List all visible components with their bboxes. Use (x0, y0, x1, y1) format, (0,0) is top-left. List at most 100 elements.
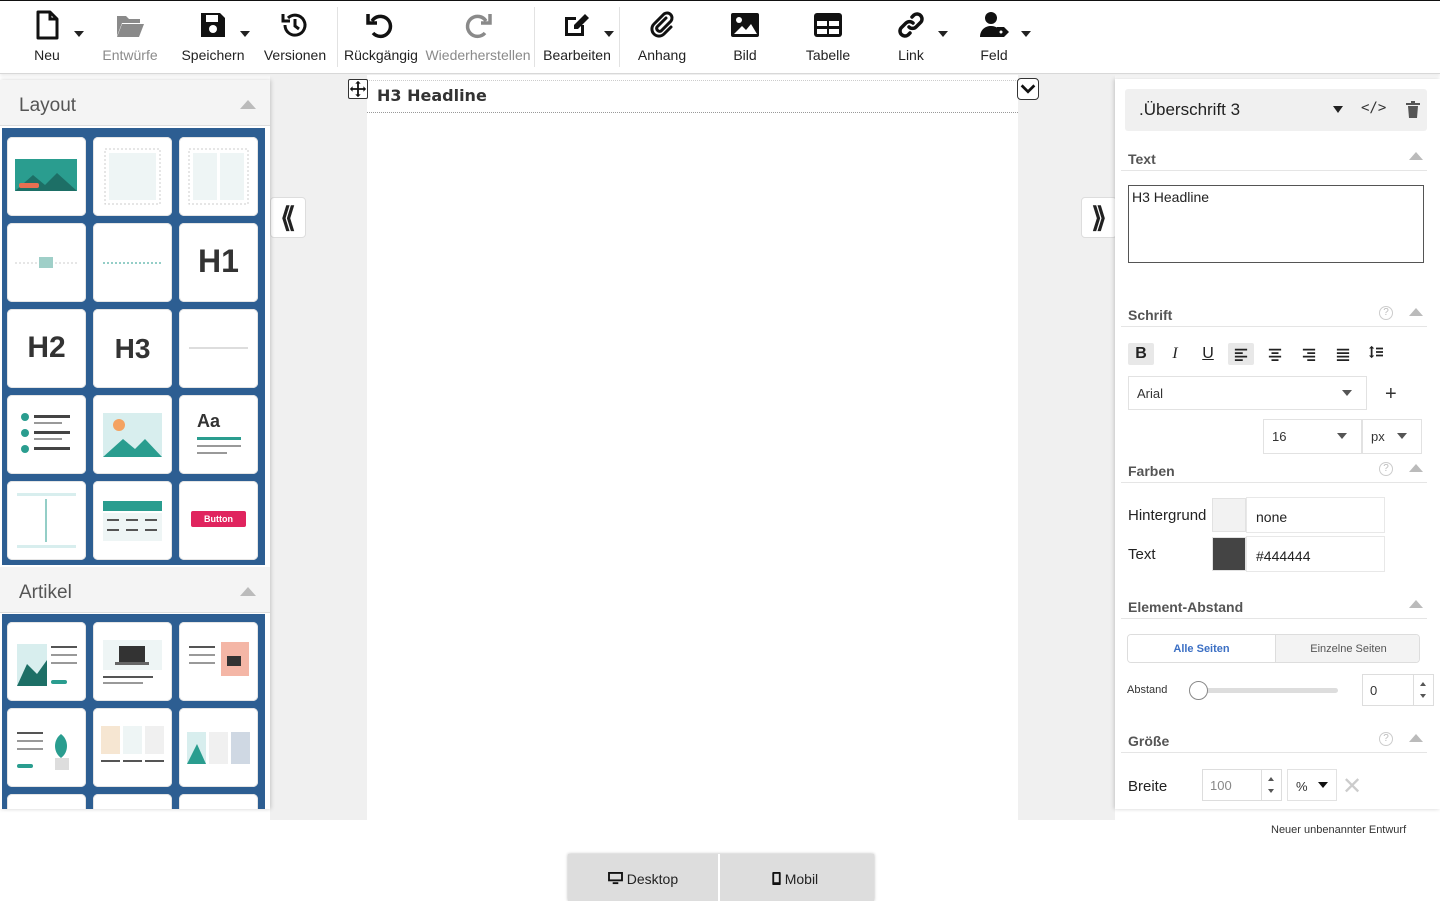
article-plant[interactable] (7, 708, 86, 787)
redo-button[interactable]: Wiederherstellen (424, 1, 532, 75)
new-button[interactable]: Neu (22, 1, 72, 75)
bold-button[interactable]: B (1128, 343, 1154, 365)
article-more-3[interactable] (179, 794, 258, 809)
block-h2[interactable]: H2 (7, 309, 86, 388)
h3-headline-text[interactable]: H3 Headline (377, 86, 487, 105)
article-gallery[interactable] (179, 708, 258, 787)
spacing-section-header[interactable]: Element-Abstand (1121, 593, 1427, 619)
width-unit-select[interactable]: % (1287, 769, 1337, 801)
text-color-swatch[interactable] (1212, 537, 1246, 571)
help-icon[interactable]: ? (1379, 462, 1393, 476)
collapse-up-icon[interactable] (1409, 308, 1423, 316)
heading-text-input[interactable]: H3 Headline (1128, 185, 1424, 263)
mobile-view-button[interactable]: Mobil (720, 854, 870, 901)
move-handle[interactable] (348, 79, 368, 99)
code-icon[interactable]: </> (1361, 100, 1386, 116)
block-container[interactable] (93, 137, 172, 216)
collapse-left-panel-button[interactable]: ⟪ (270, 197, 306, 238)
table-button[interactable]: Tabelle (800, 1, 856, 75)
edit-dropdown-caret[interactable] (604, 31, 614, 37)
font-unit-select[interactable]: px (1362, 419, 1422, 454)
link-dropdown-caret[interactable] (938, 31, 948, 37)
element-type-selector[interactable]: .Überschrift 3 </> (1125, 89, 1427, 131)
align-justify-button[interactable] (1330, 343, 1356, 365)
block-h1[interactable]: H1 (179, 223, 258, 302)
block-image[interactable] (93, 395, 172, 474)
align-left-icon (1234, 348, 1248, 361)
article-more-2[interactable] (93, 794, 172, 809)
collapse-up-icon[interactable] (240, 587, 256, 596)
caret-down-icon (1318, 782, 1328, 788)
align-center-button[interactable] (1262, 343, 1288, 365)
link-button[interactable]: Link (884, 1, 938, 75)
desktop-view-button[interactable]: Desktop (568, 854, 718, 901)
article-section-header[interactable]: Artikel (0, 567, 270, 613)
field-button[interactable]: Feld (968, 1, 1020, 75)
block-options-dropdown[interactable] (1017, 78, 1039, 100)
spacing-stepper[interactable] (1413, 674, 1433, 706)
size-section-header[interactable]: Größe ? (1121, 727, 1427, 753)
spacing-slider-track[interactable] (1198, 688, 1338, 693)
article-more-1[interactable] (7, 794, 86, 809)
block-two-columns[interactable] (179, 137, 258, 216)
mobile-icon (772, 872, 781, 885)
single-sides-tab[interactable]: Einzelne Seiten (1275, 635, 1419, 662)
collapse-up-icon[interactable] (240, 100, 256, 109)
width-stepper[interactable] (1261, 769, 1281, 801)
collapse-up-icon[interactable] (1409, 464, 1423, 472)
collapse-right-panel-button[interactable]: ⟫ (1081, 197, 1117, 238)
collapse-up-icon[interactable] (1409, 152, 1423, 160)
italic-button[interactable]: I (1162, 343, 1188, 365)
email-canvas[interactable] (367, 75, 1018, 820)
save-dropdown-caret[interactable] (240, 31, 250, 37)
block-image-placeholder[interactable] (7, 223, 86, 302)
align-left-button[interactable] (1228, 343, 1254, 365)
image-button[interactable]: Bild (718, 1, 772, 75)
font-section-header[interactable]: Schrift ? (1121, 301, 1427, 327)
background-color-swatch[interactable] (1212, 498, 1246, 532)
block-button[interactable]: Button (179, 481, 258, 560)
text-section-header[interactable]: Text (1121, 145, 1427, 171)
spacing-slider-thumb[interactable] (1189, 681, 1208, 700)
block-h3[interactable]: H3 (93, 309, 172, 388)
field-dropdown-caret[interactable] (1021, 31, 1031, 37)
line-height-button[interactable] (1363, 341, 1389, 363)
save-button[interactable]: Speichern (180, 1, 246, 75)
block-spacer[interactable] (93, 223, 172, 302)
block-text[interactable]: Aa (179, 395, 258, 474)
article-laptop[interactable] (93, 622, 172, 701)
article-three-items[interactable] (93, 708, 172, 787)
block-hero-image[interactable] (7, 137, 86, 216)
caret-down-icon[interactable] (1333, 106, 1343, 113)
article-image-text-left[interactable] (7, 622, 86, 701)
all-sides-tab[interactable]: Alle Seiten (1128, 635, 1275, 662)
article-chair[interactable] (179, 622, 258, 701)
layout-section-header[interactable]: Layout (0, 80, 270, 126)
align-right-button[interactable] (1296, 343, 1322, 365)
trash-icon[interactable] (1405, 101, 1421, 118)
block-checklist[interactable] (7, 395, 86, 474)
edit-button[interactable]: Bearbeiten (541, 1, 613, 75)
block-table[interactable] (93, 481, 172, 560)
font-family-select[interactable]: Arial (1128, 376, 1367, 410)
new-dropdown-caret[interactable] (74, 31, 84, 37)
underline-button[interactable]: U (1195, 343, 1221, 365)
collapse-up-icon[interactable] (1409, 600, 1423, 608)
versions-button[interactable]: Versionen (262, 1, 328, 75)
attachment-button[interactable]: Anhang (630, 1, 694, 75)
add-font-button[interactable]: + (1385, 383, 1397, 406)
drafts-button[interactable]: Entwürfe (100, 1, 160, 75)
block-vertical-spacer[interactable] (7, 481, 86, 560)
font-size-select[interactable]: 16 (1263, 419, 1362, 454)
text-color-input[interactable]: #444444 (1246, 536, 1385, 572)
background-color-input[interactable]: none (1246, 497, 1385, 533)
clear-width-icon[interactable]: ✕ (1342, 772, 1362, 801)
help-icon[interactable]: ? (1379, 732, 1393, 746)
block-divider[interactable] (179, 309, 258, 388)
help-icon[interactable]: ? (1379, 306, 1393, 320)
undo-button[interactable]: Rückgängig (344, 1, 418, 75)
collapse-up-icon[interactable] (1409, 734, 1423, 742)
colors-section-header[interactable]: Farben ? (1121, 457, 1427, 483)
undo-icon (364, 9, 396, 41)
text-color-label: Text (1128, 546, 1156, 563)
